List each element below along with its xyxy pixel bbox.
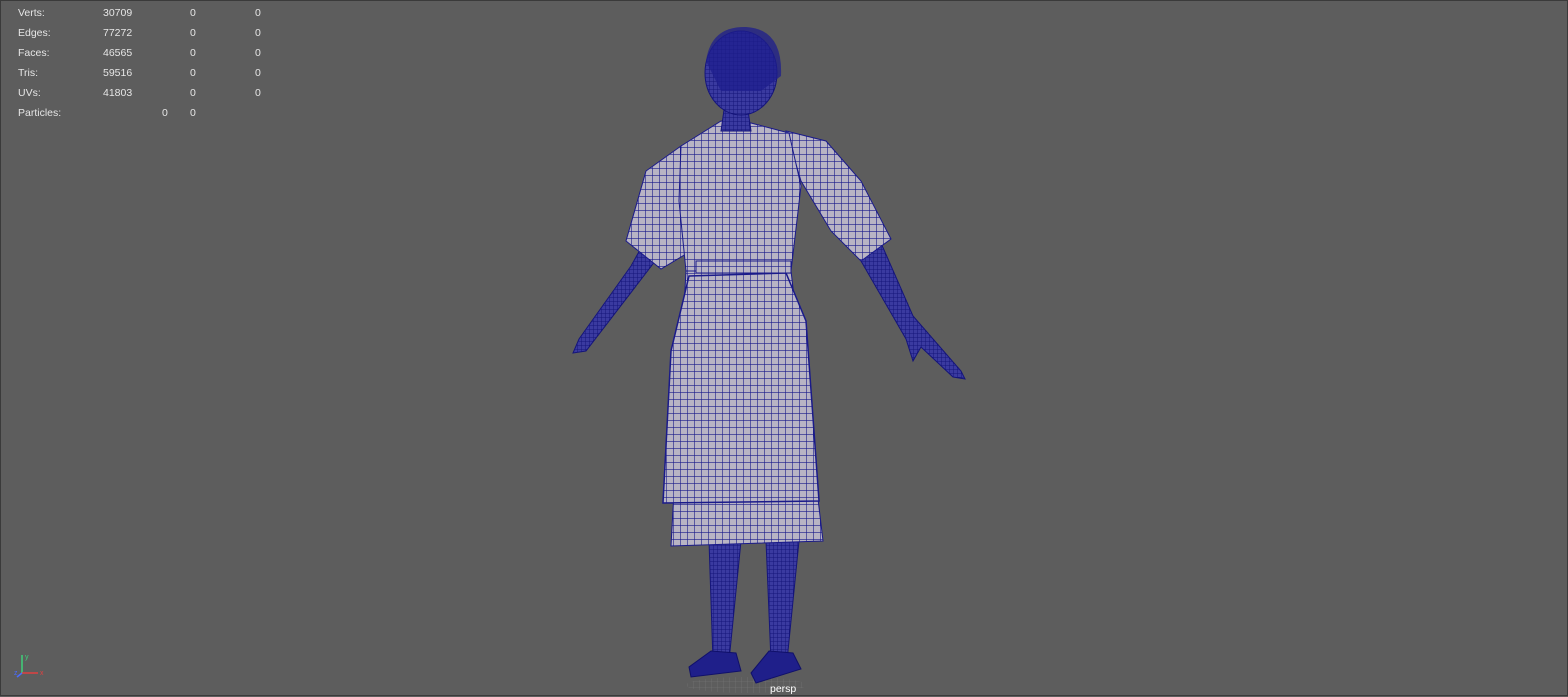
hud-label: UVs: — [18, 87, 41, 99]
hud-row-uvs: UVs: 41803 0 0 — [18, 83, 278, 103]
right-sleeve — [785, 130, 892, 262]
right-leg — [765, 540, 800, 662]
hud-total: 77272 — [103, 27, 133, 39]
hud-total: 30709 — [103, 7, 133, 19]
hud-label: Tris: — [18, 67, 39, 79]
hud-row-verts: Verts: 30709 0 0 — [18, 3, 278, 23]
hud-label: Particles: — [18, 107, 62, 119]
x-axis-label: x — [40, 670, 44, 677]
hud-particles-a: 0 — [162, 107, 168, 119]
hud-component: 0 — [255, 27, 261, 39]
hud-selected: 0 — [190, 87, 196, 99]
hud-total: 41803 — [103, 87, 133, 99]
apron — [662, 272, 820, 504]
hud-label: Edges: — [18, 27, 51, 39]
hud-row-tris: Tris: 59516 0 0 — [18, 63, 278, 83]
left-leg — [708, 540, 742, 662]
hud-row-faces: Faces: 46565 0 0 — [18, 43, 278, 63]
maya-perspective-viewport[interactable]: Verts: 30709 0 0 Edges: 77272 0 0 Faces:… — [0, 0, 1568, 696]
hud-total: 46565 — [103, 47, 133, 59]
hud-label: Verts: — [18, 7, 45, 19]
hud-selected: 0 — [190, 67, 196, 79]
hair — [706, 26, 782, 91]
hud-component: 0 — [255, 7, 261, 19]
hud-component: 0 — [255, 67, 261, 79]
hud-selected: 0 — [190, 27, 196, 39]
wireframe-character-model[interactable] — [561, 21, 981, 697]
apron-waistband — [695, 260, 792, 274]
hud-component: 0 — [255, 87, 261, 99]
hud-label: Faces: — [18, 47, 50, 59]
left-shoe — [688, 650, 742, 678]
dress-bodice — [678, 120, 802, 272]
y-axis-label: y — [25, 654, 29, 661]
hud-row-edges: Edges: 77272 0 0 — [18, 23, 278, 43]
z-axis-line — [16, 672, 23, 678]
hud-selected: 0 — [190, 47, 196, 59]
heads-up-display-poly-count: Verts: 30709 0 0 Edges: 77272 0 0 Faces:… — [18, 3, 278, 123]
axis-gizmo: y x z — [14, 651, 50, 686]
hud-particles-b: 0 — [190, 107, 196, 119]
z-axis-label: z — [14, 670, 18, 677]
camera-name-label: persp — [770, 683, 797, 695]
hud-component: 0 — [255, 47, 261, 59]
hud-selected: 0 — [190, 7, 196, 19]
hud-total: 59516 — [103, 67, 133, 79]
hud-row-particles: Particles: 0 0 — [18, 103, 278, 123]
